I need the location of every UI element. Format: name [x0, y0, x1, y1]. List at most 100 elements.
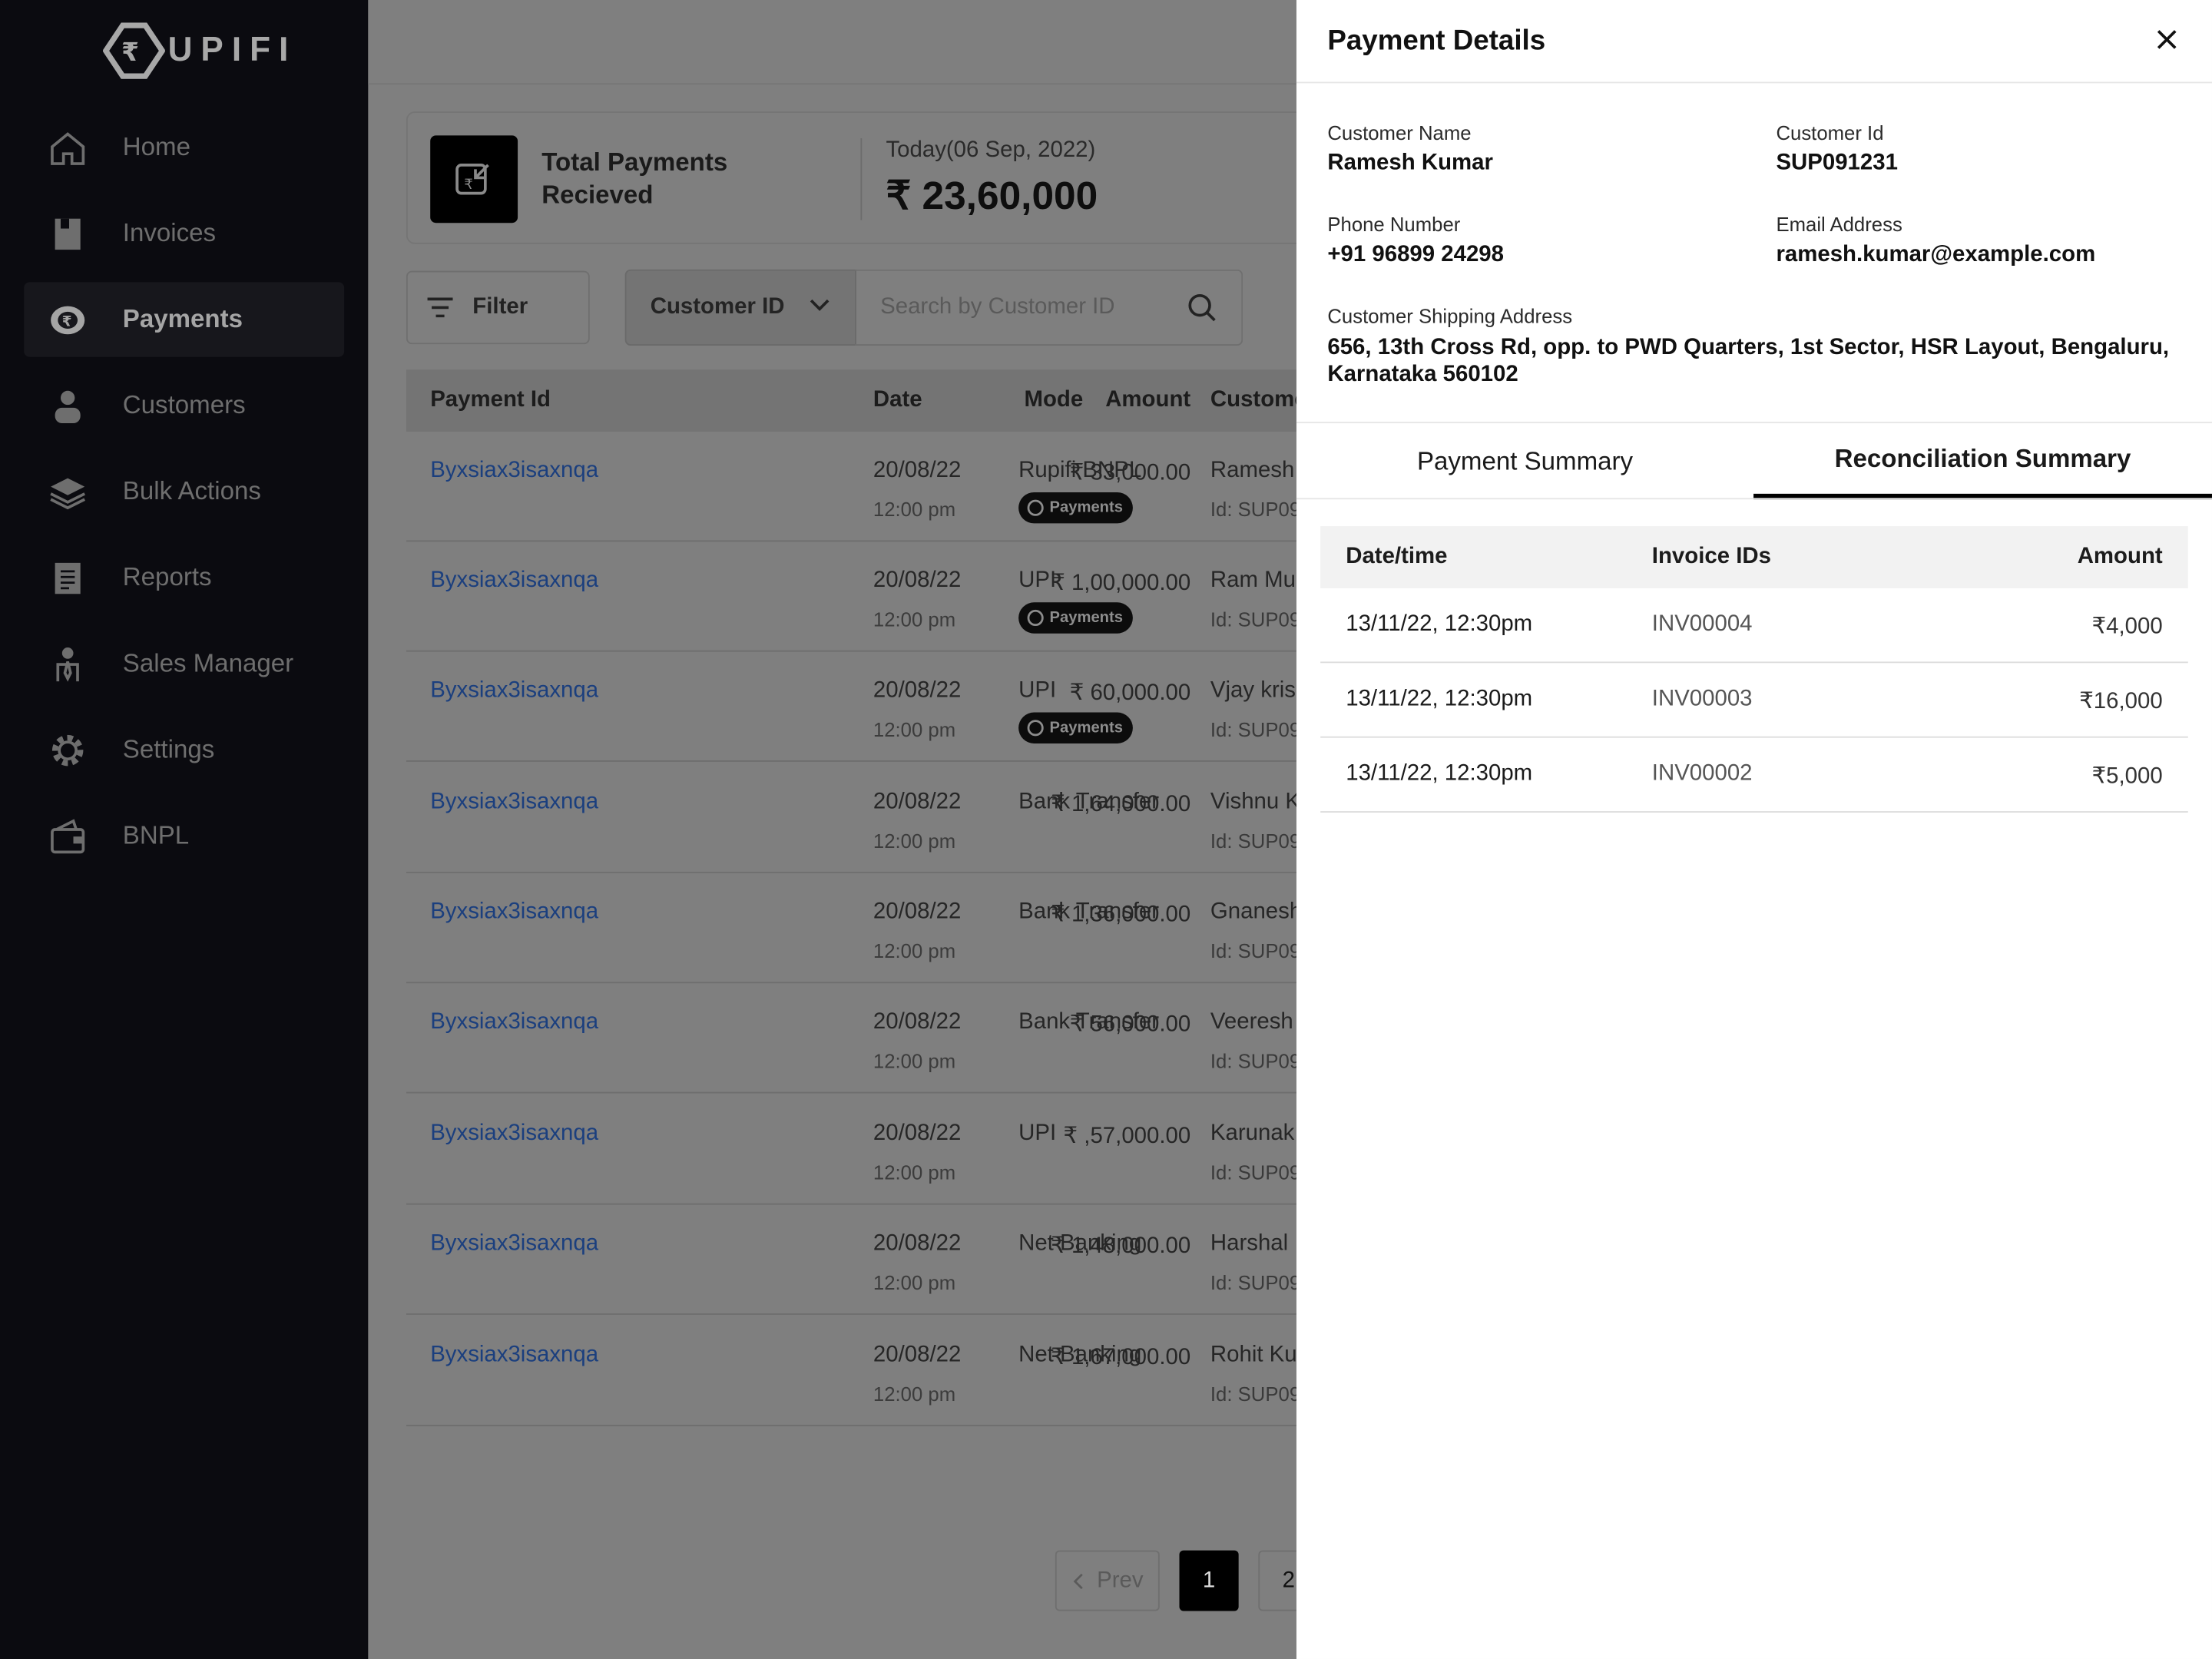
payment-id-link[interactable]: Byxsiax3isaxnqa	[430, 1343, 598, 1369]
customer-name-cell: Karunak	[1210, 1121, 1295, 1146]
date-cell: 20/08/22	[873, 899, 962, 925]
customer-name-cell: Gnanesh	[1210, 899, 1303, 925]
customer-name-value: Ramesh Kumar	[1327, 151, 1493, 175]
svg-text:₹: ₹	[62, 313, 72, 329]
sidebar-item-settings[interactable]: Settings	[24, 713, 344, 787]
payment-id-link[interactable]: Byxsiax3isaxnqa	[430, 900, 598, 926]
time-cell: 12:00 pm	[873, 1161, 956, 1184]
sidebar-item-reports[interactable]: Reports	[24, 540, 344, 614]
main-content: ₹ Total Payments Recieved Today(06 Sep, …	[368, 0, 1338, 1659]
col-invoice-ids: Invoice IDs	[1651, 544, 1771, 569]
date-cell: 20/08/22	[873, 1231, 962, 1256]
col-amount[interactable]: Amount	[1105, 388, 1190, 413]
rupee-logo-icon: ₹	[103, 22, 165, 79]
col-payment-id[interactable]: Payment Id	[430, 388, 551, 413]
sidebar-item-customers[interactable]: Customers	[24, 368, 344, 442]
manager-icon	[48, 644, 87, 683]
customer-name-cell: Rohit Ku	[1210, 1343, 1297, 1367]
gear-icon	[48, 730, 87, 770]
recon-amount: ₹5,000	[2091, 764, 2163, 789]
prev-label: Prev	[1097, 1568, 1144, 1592]
col-datetime: Date/time	[1346, 544, 1448, 569]
customer-name-cell: Harshal	[1210, 1231, 1289, 1256]
table-row[interactable]: Byxsiax3isaxnqa ₹ 60,000.00 20/08/22 12:00 …	[406, 652, 1338, 762]
date-cell: 20/08/22	[873, 458, 962, 483]
payments-badge: Payments	[1018, 492, 1133, 524]
customer-name-cell: Ramesh	[1210, 458, 1295, 483]
table-row[interactable]: Byxsiax3isaxnqa ₹ ,57,000.00 20/08/22 12:00…	[406, 1094, 1338, 1205]
filter-button[interactable]: Filter	[406, 270, 590, 345]
sidebar-item-label: Sales Manager	[122, 648, 294, 677]
wallet-icon	[48, 816, 87, 856]
customer-name-cell: Ram Mur	[1210, 568, 1303, 593]
page-1-button[interactable]: 1	[1179, 1550, 1239, 1611]
payment-id-link[interactable]: Byxsiax3isaxnqa	[430, 1010, 598, 1035]
sidebar-item-sales-manager[interactable]: Sales Manager	[24, 627, 344, 701]
payment-id-link[interactable]: Byxsiax3isaxnqa	[430, 459, 598, 484]
mode-cell: Net Banking	[1018, 1343, 1142, 1367]
mode-cell: Net Banking	[1018, 1231, 1142, 1256]
table-row[interactable]: Byxsiax3isaxnqa ₹ 33,000.00 20/08/22 12:00 …	[406, 432, 1338, 542]
payment-id-link[interactable]: Byxsiax3isaxnqa	[430, 1121, 598, 1147]
prev-page-button[interactable]: Prev	[1055, 1550, 1160, 1611]
table-row[interactable]: Byxsiax3isaxnqa ₹ 56,000.00 20/08/22 12:00 …	[406, 983, 1338, 1094]
sidebar-item-label: Home	[122, 132, 190, 161]
date-cell: 20/08/22	[873, 1121, 962, 1146]
table-row[interactable]: Byxsiax3isaxnqa ₹ 1,67,000.00 20/08/22 12:0…	[406, 1316, 1338, 1426]
mode-cell: Bank Transfer	[1018, 1010, 1160, 1035]
close-button[interactable]	[2153, 25, 2181, 54]
panel-title: Payment Details	[1327, 25, 1546, 57]
table-row[interactable]: Byxsiax3isaxnqa ₹ 1,00,000.00 20/08/22 12:0…	[406, 541, 1338, 652]
sidebar: ₹ UPIFI Home Invoices ₹ Payments Customers Bu…	[0, 0, 369, 1659]
customer-id-cell: Id: SUP09	[1210, 608, 1301, 631]
sidebar-item-home[interactable]: Home	[24, 110, 344, 184]
tab-payment-summary[interactable]: Payment Summary	[1296, 425, 1753, 499]
sidebar-item-bnpl[interactable]: BNPL	[24, 799, 344, 873]
payments-badge: Payments	[1018, 712, 1133, 743]
sidebar-item-label: Customers	[122, 390, 246, 419]
col-mode[interactable]: Mode	[1024, 388, 1083, 413]
recon-datetime: 13/11/22, 12:30pm	[1346, 687, 1533, 711]
rupee-coin-icon: ₹	[48, 300, 87, 339]
mode-cell: UPI	[1018, 678, 1057, 703]
time-cell: 12:00 pm	[873, 939, 956, 962]
filter-label: Filter	[472, 294, 528, 320]
sidebar-item-label: Payments	[122, 304, 243, 333]
table-row[interactable]: Byxsiax3isaxnqa ₹ 1,64,000.00 20/08/22 12:0…	[406, 763, 1338, 873]
date-cell: 20/08/22	[873, 1010, 962, 1035]
table-row[interactable]: Byxsiax3isaxnqa ₹ 1,36,000.00 20/08/22 12:0…	[406, 873, 1338, 984]
col-date[interactable]: Date	[873, 388, 922, 413]
recon-table-header: Date/time Invoice IDs Amount	[1320, 526, 2188, 588]
col-customer[interactable]: Custome	[1210, 388, 1307, 413]
tab-reconciliation-summary[interactable]: Reconciliation Summary	[1753, 425, 2212, 500]
chevron-down-icon	[810, 299, 830, 311]
badge-label: Payments	[1049, 609, 1124, 627]
time-cell: 12:00 pm	[873, 498, 956, 521]
sidebar-item-label: Invoices	[122, 218, 217, 247]
panel-divider	[1296, 422, 2212, 424]
sidebar-item-label: Settings	[122, 734, 215, 763]
address-value: 656, 13th Cross Rd, opp. to PWD Quarters…	[1327, 336, 2170, 387]
card-divider	[860, 137, 863, 220]
rupee-coin-icon	[1027, 609, 1044, 627]
date-cell: 20/08/22	[873, 568, 962, 593]
payment-id-link[interactable]: Byxsiax3isaxnqa	[430, 1231, 598, 1257]
phone-label: Phone Number	[1327, 213, 1461, 236]
search-field-select[interactable]: Customer ID	[624, 269, 856, 346]
payment-id-link[interactable]: Byxsiax3isaxnqa	[430, 568, 598, 594]
brand-name: UPIFI	[167, 31, 297, 69]
payment-received-icon: ₹	[430, 135, 518, 224]
sidebar-item-invoices[interactable]: Invoices	[24, 196, 344, 270]
card-title: Total Payments Recieved	[541, 147, 728, 209]
page-number: 2	[1282, 1568, 1295, 1592]
payment-id-link[interactable]: Byxsiax3isaxnqa	[430, 790, 598, 816]
sidebar-item-payments[interactable]: ₹ Payments	[24, 282, 345, 357]
payment-id-link[interactable]: Byxsiax3isaxnqa	[430, 678, 598, 704]
search-icon[interactable]	[1188, 293, 1217, 322]
recon-row: 13/11/22, 12:30pm INV00004 ₹4,000	[1320, 588, 2188, 664]
amount-cell: ₹ 1,00,000.00	[1051, 571, 1191, 596]
sidebar-item-bulk-actions[interactable]: Bulk Actions	[24, 454, 344, 528]
search-input[interactable]: Search by Customer ID	[855, 269, 1243, 346]
brand-logo[interactable]: ₹ UPIFI	[103, 22, 297, 79]
table-row[interactable]: Byxsiax3isaxnqa ₹ 1,48,000.00 20/08/22 12:0…	[406, 1205, 1338, 1315]
